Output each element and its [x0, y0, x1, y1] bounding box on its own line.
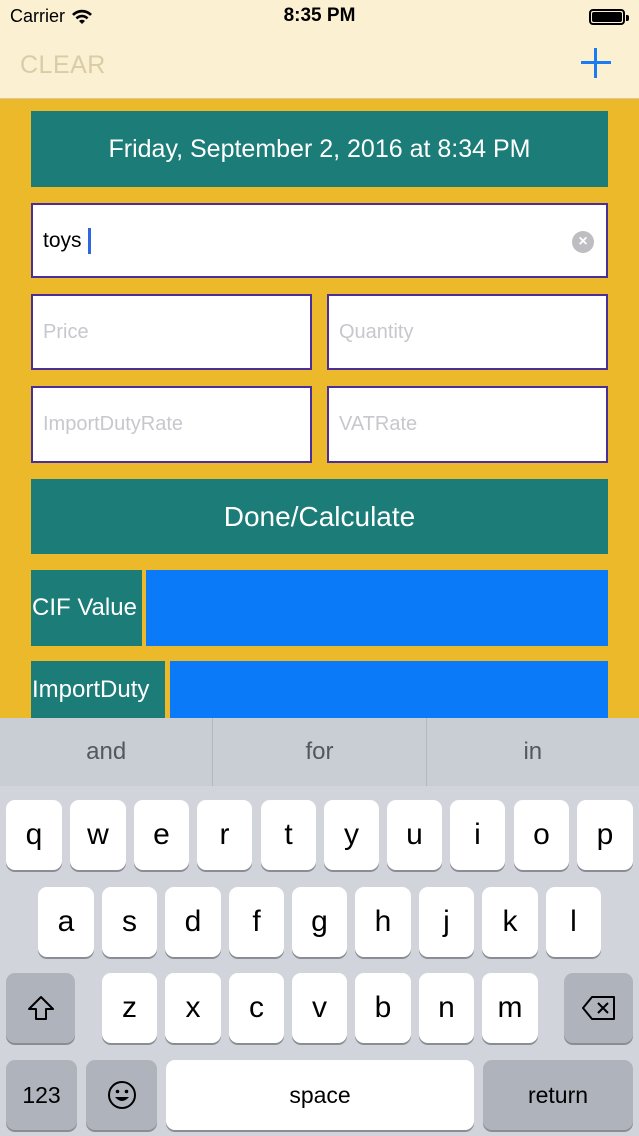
shift-key[interactable]	[6, 973, 75, 1043]
key-g[interactable]: g	[292, 887, 347, 957]
key-r[interactable]: r	[197, 800, 252, 870]
price-placeholder: Price	[43, 320, 89, 343]
key-n[interactable]: n	[419, 973, 474, 1043]
backspace-icon	[581, 996, 615, 1020]
import-duty-rate-input[interactable]: ImportDutyRate	[31, 386, 312, 463]
key-f[interactable]: f	[229, 887, 284, 957]
status-time: 8:35 PM	[283, 5, 356, 26]
key-i[interactable]: i	[450, 800, 505, 870]
emoji-key[interactable]	[86, 1060, 157, 1130]
shift-arrow-icon	[27, 996, 54, 1020]
suggestion-item[interactable]: for	[213, 718, 427, 786]
clear-button[interactable]: CLEAR	[20, 51, 106, 80]
key-e[interactable]: e	[134, 800, 189, 870]
key-m[interactable]: m	[482, 973, 538, 1043]
vat-rate-input[interactable]: VATRate	[327, 386, 608, 463]
import-duty-label: ImportDuty	[31, 661, 165, 719]
suggestion-item[interactable]: and	[0, 718, 214, 786]
clear-text-icon[interactable]: ×	[572, 231, 594, 253]
key-l[interactable]: l	[546, 887, 601, 957]
status-bar: Carrier 8:35 PM	[0, 0, 639, 34]
cif-value-output	[146, 570, 608, 646]
key-p[interactable]: p	[577, 800, 633, 870]
item-input[interactable]: toys ×	[31, 203, 608, 278]
key-c[interactable]: c	[229, 973, 284, 1043]
key-q[interactable]: q	[6, 800, 62, 870]
suggestion-item[interactable]: in	[427, 718, 639, 786]
key-s[interactable]: s	[102, 887, 157, 957]
price-input[interactable]: Price	[31, 294, 312, 370]
item-input-value: toys	[43, 228, 82, 252]
calculate-button[interactable]: Done/Calculate	[31, 479, 608, 554]
key-v[interactable]: v	[292, 973, 347, 1043]
quantity-placeholder: Quantity	[339, 320, 414, 343]
delete-key[interactable]	[564, 973, 633, 1043]
import-duty-rate-placeholder: ImportDutyRate	[43, 413, 184, 435]
key-t[interactable]: t	[261, 800, 316, 870]
plus-icon[interactable]	[581, 48, 611, 78]
quantity-input[interactable]: Quantity	[327, 294, 608, 370]
key-o[interactable]: o	[514, 800, 569, 870]
vat-rate-placeholder: VATRate	[339, 413, 418, 435]
emoji-icon	[107, 1081, 136, 1109]
key-u[interactable]: u	[387, 800, 442, 870]
text-cursor	[87, 227, 91, 254]
key-d[interactable]: d	[165, 887, 221, 957]
key-z[interactable]: z	[102, 973, 157, 1043]
numbers-key[interactable]: 123	[6, 1060, 77, 1130]
cif-value-label: CIF Value	[31, 570, 142, 646]
key-b[interactable]: b	[355, 973, 411, 1043]
key-w[interactable]: w	[70, 800, 126, 870]
space-key[interactable]: space	[166, 1060, 474, 1130]
import-duty-output	[170, 661, 608, 719]
battery-icon	[589, 9, 629, 25]
key-x[interactable]: x	[165, 973, 221, 1043]
key-h[interactable]: h	[355, 887, 411, 957]
key-a[interactable]: a	[38, 887, 94, 957]
key-y[interactable]: y	[324, 800, 379, 870]
date-display: Friday, September 2, 2016 at 8:34 PM	[31, 111, 608, 187]
key-j[interactable]: j	[419, 887, 474, 957]
keyboard: and for in q w e r t y u i o p a s d f g…	[0, 718, 639, 1136]
suggestion-bar: and for in	[0, 718, 639, 786]
nav-bar: CLEAR	[0, 34, 639, 99]
key-k[interactable]: k	[482, 887, 538, 957]
return-key[interactable]: return	[483, 1060, 633, 1130]
